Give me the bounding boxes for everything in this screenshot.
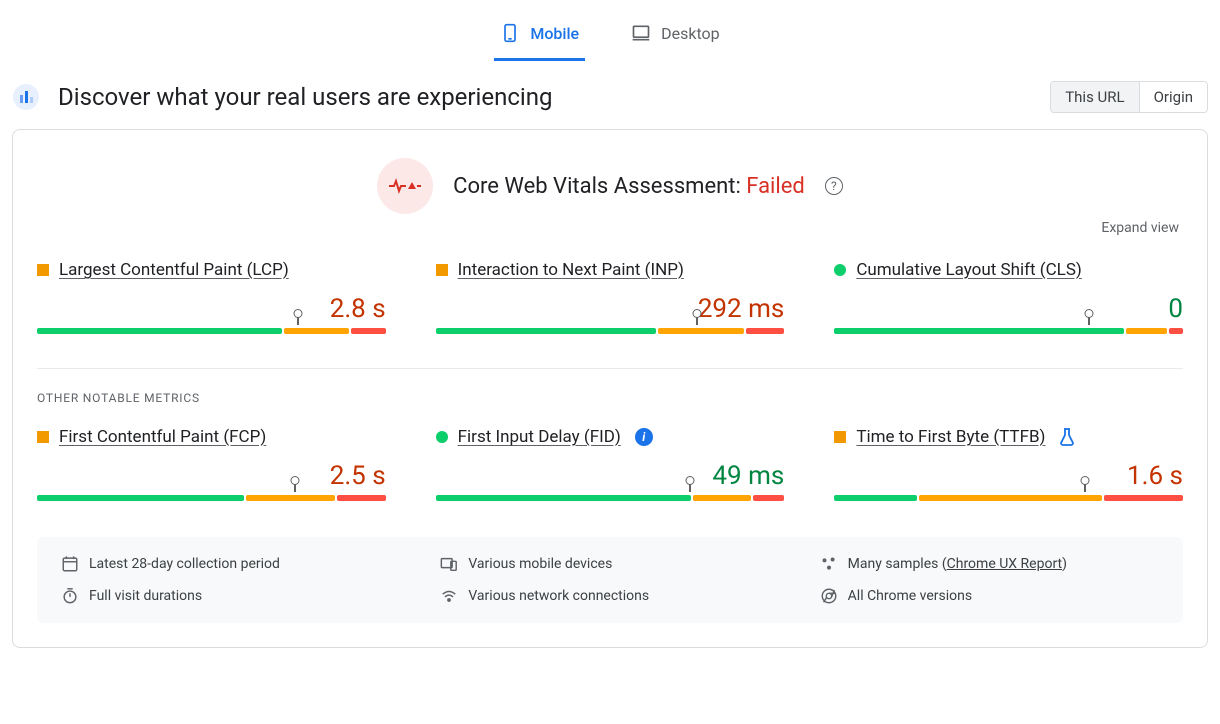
metric-cls: Cumulative Layout Shift (CLS) 0 xyxy=(834,260,1183,334)
crux-report-link[interactable]: Chrome UX Report xyxy=(947,556,1062,572)
metric-ttfb: Time to First Byte (TTFB) 1.6 s xyxy=(834,427,1183,501)
metric-inp-name[interactable]: Interaction to Next Paint (INP) xyxy=(458,260,684,280)
metric-lcp-bar xyxy=(37,328,386,334)
info-footer: Latest 28-day collection period Various … xyxy=(37,537,1183,623)
network-icon xyxy=(440,587,458,605)
metric-ttfb-bar xyxy=(834,495,1183,501)
url-origin-toggle: This URL Origin xyxy=(1050,81,1208,113)
expand-view-link[interactable]: Expand view xyxy=(37,220,1183,236)
info-versions-text: All Chrome versions xyxy=(848,588,972,604)
other-metrics-label: OTHER NOTABLE METRICS xyxy=(37,391,1183,405)
toggle-this-url[interactable]: This URL xyxy=(1051,82,1138,112)
metric-ttfb-value: 1.6 s xyxy=(834,461,1183,491)
assessment-text: Core Web Vitals Assessment: Failed xyxy=(453,174,805,199)
metric-ttfb-name[interactable]: Time to First Byte (TTFB) xyxy=(856,427,1045,447)
stopwatch-icon xyxy=(61,587,79,605)
tab-desktop-label: Desktop xyxy=(661,24,720,43)
device-tabs: Mobile Desktop xyxy=(0,0,1220,61)
calendar-icon xyxy=(61,555,79,573)
info-icon[interactable]: i xyxy=(635,428,653,446)
circle-icon xyxy=(436,431,448,443)
chrome-icon xyxy=(820,587,838,605)
square-icon xyxy=(436,264,448,276)
core-metrics: Largest Contentful Paint (LCP) 2.8 s Int… xyxy=(37,260,1183,334)
flask-icon[interactable] xyxy=(1059,428,1075,446)
page-header: Discover what your real users are experi… xyxy=(0,61,1220,129)
metric-fid: First Input Delay (FID) i 49 ms xyxy=(436,427,785,501)
devices-icon xyxy=(440,555,458,573)
desktop-icon xyxy=(631,22,651,44)
info-devices-text: Various mobile devices xyxy=(468,556,612,572)
help-icon[interactable]: ? xyxy=(825,177,843,195)
square-icon xyxy=(37,264,49,276)
info-period-text: Latest 28-day collection period xyxy=(89,556,280,572)
metric-cls-name[interactable]: Cumulative Layout Shift (CLS) xyxy=(856,260,1082,280)
square-icon xyxy=(37,431,49,443)
metric-fid-bar xyxy=(436,495,785,501)
marker-icon xyxy=(1088,315,1090,325)
mobile-icon xyxy=(500,22,520,44)
vitals-card: Core Web Vitals Assessment: Failed ? Exp… xyxy=(12,129,1208,648)
info-samples-text: Many samples (Chrome UX Report) xyxy=(848,556,1067,572)
tab-mobile-label: Mobile xyxy=(530,24,579,43)
tab-mobile[interactable]: Mobile xyxy=(494,12,585,61)
toggle-origin[interactable]: Origin xyxy=(1139,82,1207,112)
samples-icon xyxy=(820,555,838,573)
info-networks-text: Various network connections xyxy=(468,588,649,604)
metric-lcp-value: 2.8 s xyxy=(37,294,386,324)
page-title: Discover what your real users are experi… xyxy=(58,83,552,111)
metric-fid-name[interactable]: First Input Delay (FID) xyxy=(458,427,621,447)
metric-inp-value: 292 ms xyxy=(436,294,785,324)
info-devices: Various mobile devices xyxy=(440,555,779,573)
metric-inp: Interaction to Next Paint (INP) 292 ms xyxy=(436,260,785,334)
marker-icon xyxy=(297,315,299,325)
info-durations-text: Full visit durations xyxy=(89,588,202,604)
tab-desktop[interactable]: Desktop xyxy=(625,12,726,61)
info-durations: Full visit durations xyxy=(61,587,400,605)
marker-icon xyxy=(696,315,698,325)
metric-fcp: First Contentful Paint (FCP) 2.5 s xyxy=(37,427,386,501)
marker-icon xyxy=(1084,482,1086,492)
metric-inp-bar xyxy=(436,328,785,334)
metric-fid-value: 49 ms xyxy=(436,461,785,491)
metric-cls-value: 0 xyxy=(834,294,1183,324)
assessment-label: Core Web Vitals Assessment: xyxy=(453,174,746,199)
marker-icon xyxy=(294,482,296,492)
crux-icon xyxy=(12,83,40,111)
divider xyxy=(37,368,1183,369)
circle-icon xyxy=(834,264,846,276)
assessment-row: Core Web Vitals Assessment: Failed ? xyxy=(37,158,1183,214)
info-period: Latest 28-day collection period xyxy=(61,555,400,573)
metric-lcp: Largest Contentful Paint (LCP) 2.8 s xyxy=(37,260,386,334)
info-networks: Various network connections xyxy=(440,587,779,605)
marker-icon xyxy=(689,482,691,492)
metric-fcp-value: 2.5 s xyxy=(37,461,386,491)
other-metrics: First Contentful Paint (FCP) 2.5 s First… xyxy=(37,427,1183,501)
assessment-status: Failed xyxy=(746,174,805,199)
info-samples: Many samples (Chrome UX Report) xyxy=(820,555,1159,573)
metric-cls-bar xyxy=(834,328,1183,334)
metric-fcp-name[interactable]: First Contentful Paint (FCP) xyxy=(59,427,266,447)
metric-lcp-name[interactable]: Largest Contentful Paint (LCP) xyxy=(59,260,289,280)
metric-fcp-bar xyxy=(37,495,386,501)
square-icon xyxy=(834,431,846,443)
info-versions: All Chrome versions xyxy=(820,587,1159,605)
assessment-fail-icon xyxy=(377,158,433,214)
